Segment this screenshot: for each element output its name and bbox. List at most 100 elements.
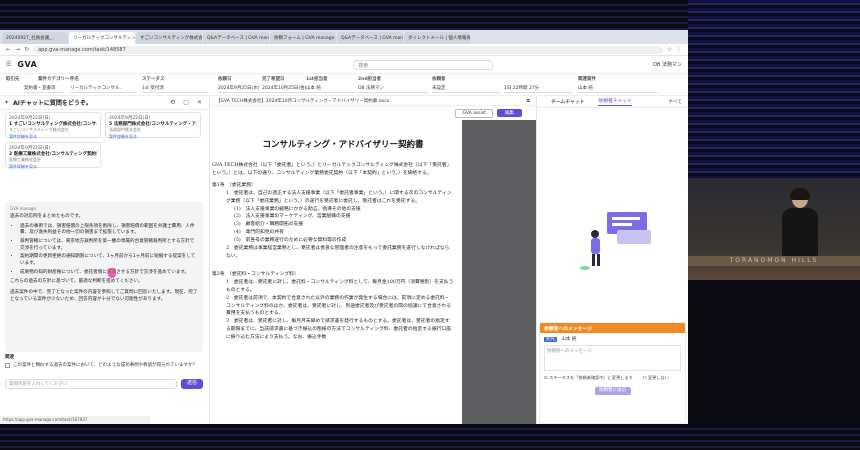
field-category[interactable]: 契約書・覚書等 bbox=[24, 85, 64, 93]
answer-note: 過去案件の中で、完了となった案件の内容を参照してご質問に回答いたします。現在、完… bbox=[10, 289, 198, 302]
browser-tab[interactable]: Q&Aデータベース | GVA manage bbox=[337, 32, 403, 44]
card-link[interactable]: 案件詳細を見る bbox=[109, 134, 197, 140]
answer-item: 契約期間の更新拒絶の通知期限について、1ヶ月前から1ヶ月前に短縮する提案をしてい… bbox=[20, 254, 198, 267]
browser-tab[interactable]: すごいコンサルティング株式会社.. bbox=[136, 32, 202, 44]
answer-outro: これらの過去の方針に基づいて、最適な判断を進めてください。 bbox=[10, 279, 143, 285]
document-intro: GVA TECH株式会社（以下「委託者」という。）とリーガルテックコンサルティン… bbox=[212, 163, 452, 176]
field-label: 案件カテゴリー bbox=[38, 77, 70, 82]
option-label: 変更しない bbox=[647, 375, 669, 380]
star-icon[interactable]: ☆ bbox=[667, 46, 672, 53]
message-composer: 依頼者へのメッセージ 宛先 山本 純 依頼者へのメッセージ ☑ ステータスを「依… bbox=[539, 322, 686, 424]
empty-chat-illustration bbox=[580, 212, 651, 270]
related-questions: 関連 この案件と類似する過去の案件において、どのような成功事例や教訓が得られてい… bbox=[5, 354, 203, 368]
user-menu[interactable]: OB 法務マン bbox=[653, 61, 682, 68]
status-bar-url: https://app.gva-manage.com/task/167837 bbox=[0, 416, 150, 424]
document-header: 【GVA TECH株式会社】2024年10月コンサルティング・アドバイザリー契約… bbox=[210, 96, 536, 106]
field-first-assignee[interactable]: 山本 純 bbox=[306, 85, 356, 93]
card-sub: 法務部門株式会社 bbox=[109, 127, 141, 132]
task-fields: 取引先 案件カテゴリー 件名 ステータス 依頼日 完了希望日 1st担当者 2n… bbox=[0, 74, 688, 96]
browser-tab[interactable]: 依頼フォーム | GVA manage bbox=[270, 32, 336, 44]
ai-chat-title: AIチャットに質問をどうぞ。 bbox=[13, 100, 92, 107]
tab-all[interactable]: すべて bbox=[668, 98, 682, 105]
browser-tab[interactable]: Q&Aデータベース | GVA manage bbox=[203, 32, 269, 44]
reload-icon[interactable]: ↻ bbox=[24, 46, 29, 53]
field-due-date[interactable]: 2024年10月25日(金) bbox=[262, 85, 306, 93]
field-elapsed: 1日 22時間 27分 bbox=[504, 85, 572, 93]
article-clause: 1 委託者は、受託者に対し、委託料・コンサルティング料として、毎月金100万円（… bbox=[226, 279, 454, 293]
back-icon[interactable]: ← bbox=[6, 46, 11, 53]
answer-item: 裁判管轄については、東京地方裁判所を第一審の専属的合意管轄裁判所とする方針で交渉… bbox=[20, 239, 198, 252]
app-logo: GVA bbox=[17, 60, 38, 69]
answer-intro: 過去の対応例をまとめたものです。 bbox=[10, 214, 84, 219]
tab-requester-chat[interactable]: 依頼者チャット bbox=[598, 97, 632, 106]
article-item: (1) 法人支援事業の戦略にかかる助言、指導その他の支援 bbox=[234, 206, 361, 212]
recipient-tag: 宛先 bbox=[544, 337, 557, 342]
option-change-status[interactable]: ☑ ステータスを「依頼者確認中」に変更します bbox=[544, 375, 633, 381]
article-heading: 第2条 （委託料・コンサルティング料） bbox=[212, 271, 299, 277]
answer-item: 過去の事例では、損害賠償の上限条項を削除し、損害賠償の範囲を弁護士費用、人件費、… bbox=[20, 224, 198, 237]
field-label: 1st担当者 bbox=[306, 77, 328, 82]
edit-button[interactable]: 編集 bbox=[497, 109, 522, 117]
assist-button[interactable]: GVA assist bbox=[455, 108, 493, 118]
card-link[interactable]: 案件詳細を見る bbox=[9, 134, 97, 140]
field-label: 2nd担当者 bbox=[358, 77, 382, 82]
ai-answer: GVA manage 過去の対応例をまとめたものです。 過去の事例では、損害賠償… bbox=[5, 202, 203, 352]
chat-input[interactable]: 質問内容を入力してください bbox=[5, 379, 177, 389]
field-label: 件名 bbox=[70, 77, 79, 82]
reference-card[interactable]: 2024年9月22日(日) 2 医療工業株式会社/コンサルティング契約書 医療工… bbox=[5, 142, 101, 170]
field-label: 関連案件 bbox=[578, 77, 596, 82]
send-button[interactable]: 送信 bbox=[180, 379, 203, 389]
background-stripes-right bbox=[688, 0, 860, 180]
search-input[interactable]: 検索 bbox=[353, 59, 494, 70]
field-label: 取引先 bbox=[6, 77, 20, 82]
document-panel: 【GVA TECH株式会社】2024年10月コンサルティング・アドバイザリー契約… bbox=[210, 96, 536, 424]
browser-tab[interactable]: ダイレクトメール | 個人情報保護.. bbox=[404, 32, 470, 44]
field-status[interactable]: 1st 受付済 bbox=[142, 85, 208, 93]
chat-input-row: 質問内容を入力してください 送信 bbox=[5, 379, 203, 389]
recipient-name[interactable]: 山本 純 bbox=[561, 337, 576, 342]
address-bar-row: ← → ↻ app.gva-manage.com/task/148587 ☆ ⋮ bbox=[0, 44, 688, 56]
option-no-change[interactable]: ☐ 変更しない bbox=[643, 375, 669, 381]
card-link[interactable]: 案件詳細を見る bbox=[9, 164, 97, 170]
answer-source: GVA manage bbox=[10, 206, 36, 211]
related-question-item[interactable]: この案件と類似する過去の案件において、どのような成功事例や教訓が得られていますか… bbox=[5, 362, 203, 368]
forward-icon[interactable]: → bbox=[15, 46, 20, 53]
open-external-icon[interactable]: ⧉ bbox=[527, 98, 530, 104]
browser-tab[interactable]: 20240927_社員会議_.. bbox=[2, 32, 68, 44]
browser-tab-active[interactable]: リーガルテックコンサルティン.. bbox=[69, 32, 135, 44]
field-requester[interactable]: 未設定 bbox=[432, 85, 500, 93]
article-clause: 3 委託者は、受託者に対し、毎月月末締めで請求書を発行するものとする。委託者は、… bbox=[226, 319, 452, 341]
document-filename: 【GVA TECH株式会社】2024年10月コンサルティング・アドバイザリー契約… bbox=[216, 99, 390, 104]
document-toolbar: GVA assist 編集 bbox=[210, 106, 536, 120]
chat-tabs: チームチャット 依頼者チャット すべて bbox=[537, 96, 688, 108]
panel-tools[interactable]: ⟲ ▢ ✕ bbox=[170, 99, 205, 106]
video-banner: TORANOMON HILLS bbox=[688, 256, 860, 266]
article-item: (2) 法人支援事業のマーケティング、営業組織の支援 bbox=[234, 214, 351, 220]
tab-bar: 20240927_社員会議_.. リーガルテックコンサルティン.. すごいコンサ… bbox=[0, 30, 688, 44]
ai-chat-panel: ✦ AIチャットに質問をどうぞ。 ⟲ ▢ ✕ 2024年9月22日(日) 1 す… bbox=[0, 96, 210, 424]
field-subject[interactable]: リーガルテックコンサル.. bbox=[70, 85, 136, 93]
url-field[interactable]: app.gva-manage.com/task/148587 bbox=[33, 45, 663, 54]
article-heading: 第1条 （委託業務） bbox=[212, 182, 256, 188]
reference-card[interactable]: 2024年9月22日(日) 5 法務部門株式会社/コンサルティング・ア.. 法務… bbox=[105, 112, 201, 140]
reference-card[interactable]: 2024年9月22日(日) 1 すごいコンサルティング株式会社/コンサ.. すご… bbox=[5, 112, 101, 140]
main-area: ✦ AIチャットに質問をどうぞ。 ⟲ ▢ ✕ 2024年9月22日(日) 1 す… bbox=[0, 96, 688, 424]
question-checkbox[interactable] bbox=[5, 363, 10, 368]
menu-icon[interactable]: ☰ bbox=[6, 61, 11, 68]
tab-team-chat[interactable]: チームチャット bbox=[551, 98, 584, 105]
field-request-date[interactable]: 2024年9月25日(水) bbox=[218, 85, 262, 93]
send-to-requester-button[interactable]: 依頼者に送信 bbox=[594, 387, 631, 395]
message-input[interactable]: 依頼者へのメッセージ bbox=[544, 345, 681, 371]
recipient-row: 宛先 山本 純 bbox=[540, 333, 685, 345]
article-clause: 1 委託者は、自己の適正する法人支援事業（以下「委託者事業」という。）に関する次… bbox=[226, 190, 452, 204]
option-label: ステータスを「依頼者確認中」に変更します bbox=[549, 375, 633, 380]
article-item: (4) 専門的知見の共有 bbox=[234, 230, 284, 236]
document-scroll-area[interactable] bbox=[462, 120, 536, 424]
browser-window: 20240927_社員会議_.. リーガルテックコンサルティン.. すごいコンサ… bbox=[0, 30, 688, 424]
speaker-video: TORANOMON HILLS bbox=[688, 178, 860, 280]
field-label: 依頼日 bbox=[218, 77, 232, 82]
app-header: ☰ GVA 検索 OB 法務マン bbox=[0, 56, 688, 74]
field-related[interactable]: 山本 純 bbox=[578, 85, 658, 93]
field-second-assignee[interactable]: OB 法務マン bbox=[358, 85, 428, 93]
extensions-icon[interactable]: ⋮ bbox=[676, 46, 682, 53]
